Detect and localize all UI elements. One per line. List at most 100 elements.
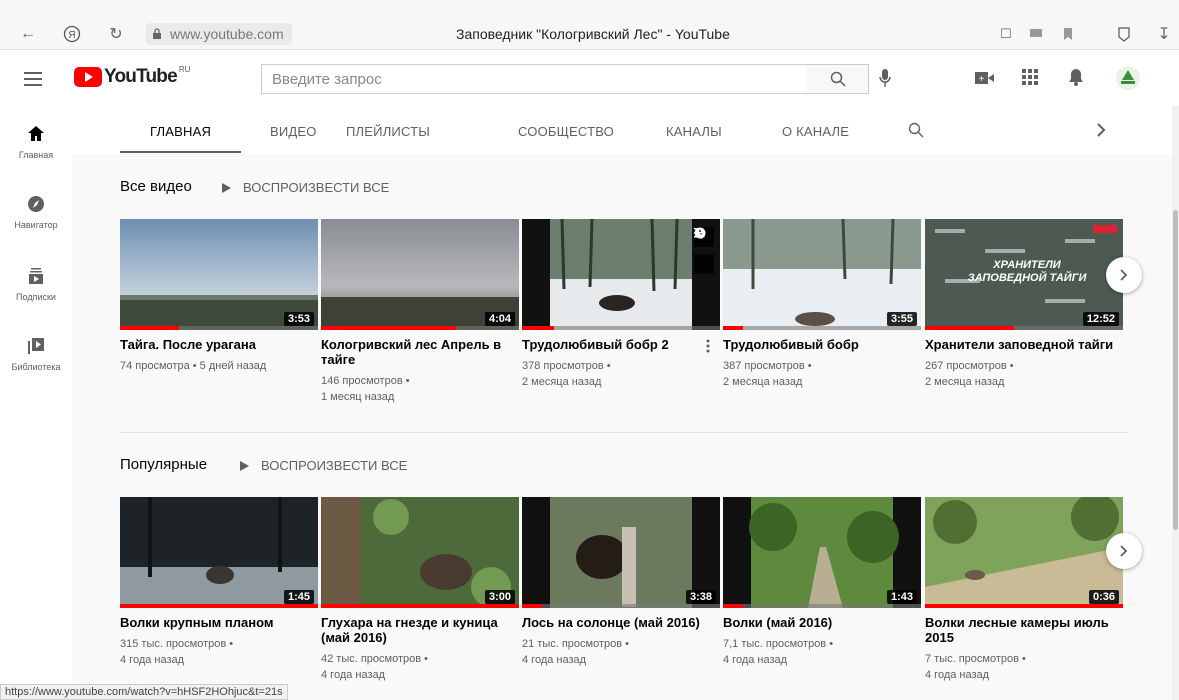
watch-progress-bar xyxy=(522,326,554,330)
section-title-popular[interactable]: Популярные xyxy=(120,456,207,473)
back-arrow-icon[interactable]: ← xyxy=(18,24,38,44)
bookmark-icon[interactable] xyxy=(1058,24,1078,44)
menu-icon[interactable] xyxy=(24,72,42,91)
video-thumbnail[interactable]: 3:55 xyxy=(723,219,921,330)
video-card[interactable]: 4:04 Кологривский лес Апрель в тайге 146… xyxy=(321,219,519,405)
video-duration: 3:00 xyxy=(484,590,515,604)
search-button[interactable] xyxy=(807,64,869,94)
video-title[interactable]: Трудолюбивый бобр xyxy=(723,337,921,352)
play-all-label: ВОСПРОИЗВЕСТИ ВСЕ xyxy=(261,458,408,473)
tab-home[interactable]: ГЛАВНАЯ xyxy=(150,124,211,139)
chat-icon[interactable] xyxy=(1026,24,1046,44)
search-input[interactable]: Введите запрос xyxy=(261,64,808,94)
yandex-icon[interactable]: Я xyxy=(62,24,82,44)
apps-grid-icon[interactable] xyxy=(1022,69,1038,90)
video-title[interactable]: Кологривский лес Апрель в тайге xyxy=(321,337,519,367)
video-title[interactable]: Хранители заповедной тайги xyxy=(925,337,1123,352)
protect-icon[interactable] xyxy=(1114,24,1134,44)
video-views: 21 тыс. просмотров • xyxy=(522,638,630,650)
progress-track xyxy=(723,326,921,330)
video-thumbnail[interactable]: 3:38 xyxy=(522,497,720,608)
video-views: 7 тыс. просмотров • xyxy=(925,653,1026,665)
video-title[interactable]: Волки лесные камеры июль 2015 xyxy=(925,615,1123,645)
share-icon[interactable]: ☐ xyxy=(996,24,1016,44)
logo-region: RU xyxy=(178,64,191,74)
shelf-next-button[interactable] xyxy=(1106,257,1142,293)
video-meta: 146 просмотров • 1 месяц назад xyxy=(321,373,519,405)
tab-about[interactable]: О КАНАЛЕ xyxy=(782,124,849,139)
watch-progress-bar xyxy=(723,604,743,608)
video-date: 4 года назад xyxy=(522,654,587,666)
video-card[interactable]: 3:53 Тайга. После урагана 74 просмотра •… xyxy=(120,219,318,374)
tab-channels[interactable]: КАНАЛЫ xyxy=(666,124,722,139)
add-to-queue-icon[interactable] xyxy=(694,228,714,274)
video-meta: 387 просмотров • 2 месяца назад xyxy=(723,358,921,390)
video-duration: 1:45 xyxy=(283,590,314,604)
youtube-logo[interactable]: YouTube RU xyxy=(74,64,191,88)
shelf-next-button[interactable] xyxy=(1106,533,1142,569)
video-card[interactable]: Трудолюбивый бобр 2 378 просмотров • 2 м… xyxy=(522,219,720,390)
sidebar-item-label: Подписки xyxy=(16,292,56,302)
reload-icon[interactable]: ↻ xyxy=(106,24,126,44)
video-duration: 3:55 xyxy=(886,312,917,326)
video-title[interactable]: Волки (май 2016) xyxy=(723,615,921,630)
video-views: 387 просмотров • xyxy=(723,360,812,372)
sidebar-item-library[interactable]: Библиотека xyxy=(0,336,72,372)
tabs-next-chevron-icon[interactable] xyxy=(1096,122,1106,143)
video-thumbnail[interactable] xyxy=(522,219,720,330)
address-bar[interactable]: www.youtube.com xyxy=(146,23,292,45)
video-thumbnail[interactable]: 0:36 xyxy=(925,497,1123,608)
video-thumbnail[interactable]: 3:53 xyxy=(120,219,318,330)
active-tab-indicator xyxy=(120,151,241,153)
video-card[interactable]: 1:43 Волки (май 2016) 7,1 тыс. просмотро… xyxy=(723,497,921,668)
video-card[interactable]: 3:00 Глухара на гнезде и куница (май 201… xyxy=(321,497,519,683)
video-thumbnail[interactable]: 4:04 xyxy=(321,219,519,330)
youtube-play-icon xyxy=(74,67,102,87)
play-icon xyxy=(222,182,231,193)
video-title[interactable]: Трудолюбивый бобр 2 xyxy=(522,337,720,352)
video-title[interactable]: Глухара на гнезде и куница (май 2016) xyxy=(321,615,519,645)
download-icon[interactable]: ↧ xyxy=(1154,24,1174,44)
watch-progress-bar xyxy=(321,604,519,608)
video-thumbnail[interactable]: 1:45 xyxy=(120,497,318,608)
search-placeholder: Введите запрос xyxy=(272,71,382,88)
chevron-right-icon xyxy=(1120,269,1128,281)
section-divider xyxy=(120,432,1127,433)
search-icon xyxy=(830,71,846,87)
sidebar-item-label: Главная xyxy=(18,150,54,160)
video-date: 4 года назад xyxy=(925,669,990,681)
video-thumbnail[interactable]: ХРАНИТЕЛИ ЗАПОВЕДНОЙ ТАЙГИ 12:52 xyxy=(925,219,1123,330)
notifications-bell-icon[interactable] xyxy=(1068,68,1084,91)
video-card[interactable]: 0:36 Волки лесные камеры июль 2015 7 тыс… xyxy=(925,497,1123,683)
video-meta: 315 тыс. просмотров • 4 года назад xyxy=(120,636,318,668)
video-thumbnail[interactable]: 3:00 xyxy=(321,497,519,608)
tab-playlists[interactable]: ПЛЕЙЛИСТЫ xyxy=(346,124,430,139)
tab-community[interactable]: СООБЩЕСТВО xyxy=(518,124,614,139)
sidebar-item-home[interactable]: Главная xyxy=(0,124,72,160)
create-video-icon[interactable]: + xyxy=(975,71,995,90)
sidebar-item-explore[interactable]: Навигатор xyxy=(0,194,72,230)
section-title-all-videos[interactable]: Все видео xyxy=(120,178,192,195)
scrollbar-thumb[interactable] xyxy=(1173,210,1178,530)
video-card[interactable]: 3:55 Трудолюбивый бобр 387 просмотров • … xyxy=(723,219,921,390)
microphone-icon[interactable] xyxy=(878,68,892,93)
video-views: 146 просмотров • xyxy=(321,375,410,387)
play-all-button[interactable]: ВОСПРОИЗВЕСТИ ВСЕ xyxy=(222,180,389,195)
more-actions-icon[interactable] xyxy=(706,339,710,358)
sidebar-item-subscriptions[interactable]: Подписки xyxy=(0,266,72,302)
video-card[interactable]: ХРАНИТЕЛИ ЗАПОВЕДНОЙ ТАЙГИ 12:52 Храните… xyxy=(925,219,1123,390)
video-title[interactable]: Лось на солонце (май 2016) xyxy=(522,615,720,630)
video-card[interactable]: 3:38 Лось на солонце (май 2016) 21 тыс. … xyxy=(522,497,720,668)
video-card[interactable]: 1:45 Волки крупным планом 315 тыс. просм… xyxy=(120,497,318,668)
play-all-button[interactable]: ВОСПРОИЗВЕСТИ ВСЕ xyxy=(240,458,407,473)
video-date: 2 месяца назад xyxy=(925,376,1005,388)
video-duration: 0:36 xyxy=(1088,590,1119,604)
channel-search-icon[interactable] xyxy=(908,122,924,143)
channel-avatar[interactable] xyxy=(1116,66,1140,95)
video-duration: 3:38 xyxy=(685,590,716,604)
tab-videos[interactable]: ВИДЕО xyxy=(270,124,317,139)
lock-icon xyxy=(153,28,161,39)
video-title[interactable]: Волки крупным планом xyxy=(120,615,318,630)
video-title[interactable]: Тайга. После урагана xyxy=(120,337,318,352)
video-thumbnail[interactable]: 1:43 xyxy=(723,497,921,608)
